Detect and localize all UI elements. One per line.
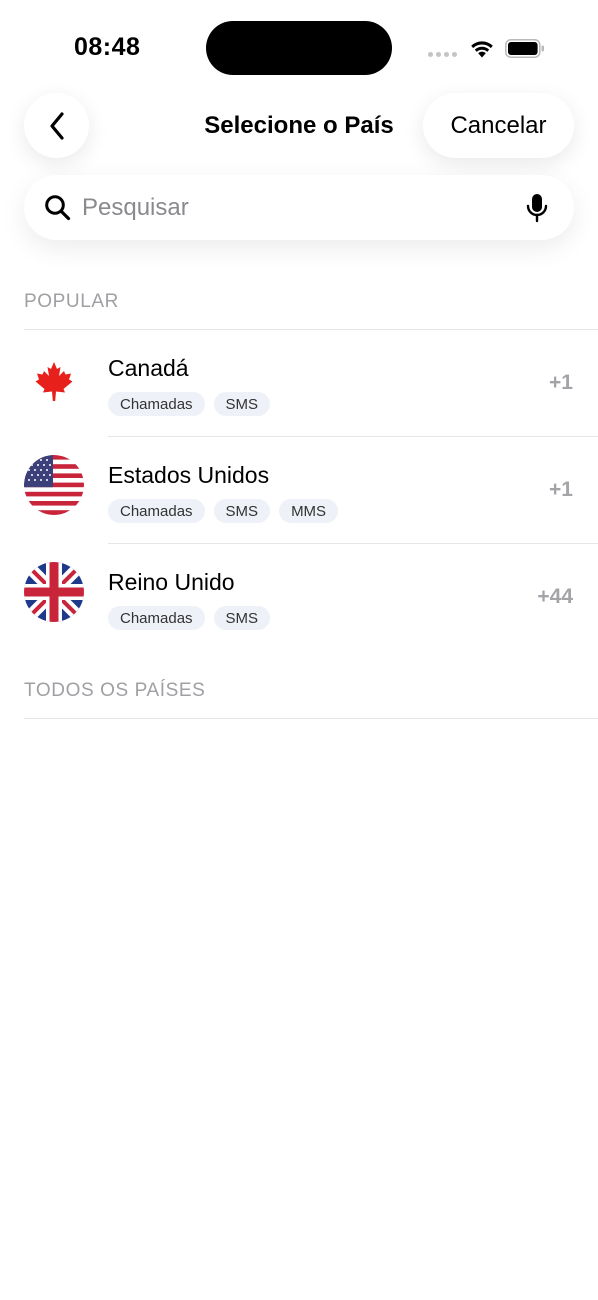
- uk-flag-icon: [24, 562, 84, 622]
- cellular-signal-icon: [428, 52, 457, 57]
- canada-flag-icon: [24, 354, 84, 414]
- country-row-united-kingdom[interactable]: Reino Unido Chamadas SMS +44: [0, 545, 598, 651]
- section-divider: [24, 329, 598, 330]
- section-header-all-countries: TODOS OS PAÍSES: [24, 680, 206, 701]
- service-tag: Chamadas: [108, 392, 205, 416]
- dial-code: +1: [549, 478, 573, 501]
- section-divider: [24, 718, 598, 719]
- page-title: Selecione o País: [204, 112, 394, 139]
- service-tags: Chamadas SMS MMS: [108, 499, 339, 523]
- search-bar[interactable]: [24, 175, 574, 240]
- country-name: Canadá: [108, 355, 189, 381]
- status-time: 08:48: [74, 33, 141, 61]
- search-input[interactable]: [82, 175, 502, 240]
- dynamic-island: [206, 21, 392, 75]
- service-tags: Chamadas SMS: [108, 392, 271, 416]
- country-row-canada[interactable]: Canadá Chamadas SMS +1: [0, 331, 598, 437]
- service-tag: SMS: [213, 606, 271, 630]
- country-row-united-states[interactable]: Estados Unidos Chamadas SMS MMS +1: [0, 438, 598, 544]
- service-tag: Chamadas: [108, 606, 205, 630]
- dial-code: +44: [537, 585, 573, 608]
- usa-flag-icon: [24, 455, 84, 515]
- status-bar: 08:48: [0, 0, 598, 96]
- service-tag: SMS: [213, 392, 271, 416]
- search-icon: [45, 195, 71, 221]
- service-tags: Chamadas SMS: [108, 606, 271, 630]
- chevron-left-icon: [49, 111, 64, 140]
- service-tag: MMS: [279, 499, 339, 523]
- service-tag: SMS: [213, 499, 271, 523]
- country-name: Estados Unidos: [108, 462, 270, 488]
- service-tag: Chamadas: [108, 499, 205, 523]
- country-name: Reino Unido: [108, 569, 235, 595]
- back-button[interactable]: [24, 93, 89, 158]
- microphone-icon[interactable]: [525, 193, 549, 223]
- dial-code: +1: [549, 371, 573, 394]
- wifi-icon: [471, 41, 493, 58]
- battery-icon: [505, 39, 544, 58]
- row-divider: [108, 543, 598, 544]
- cancel-button[interactable]: Cancelar: [423, 93, 574, 158]
- section-header-popular: POPULAR: [24, 291, 120, 312]
- row-divider: [108, 436, 598, 437]
